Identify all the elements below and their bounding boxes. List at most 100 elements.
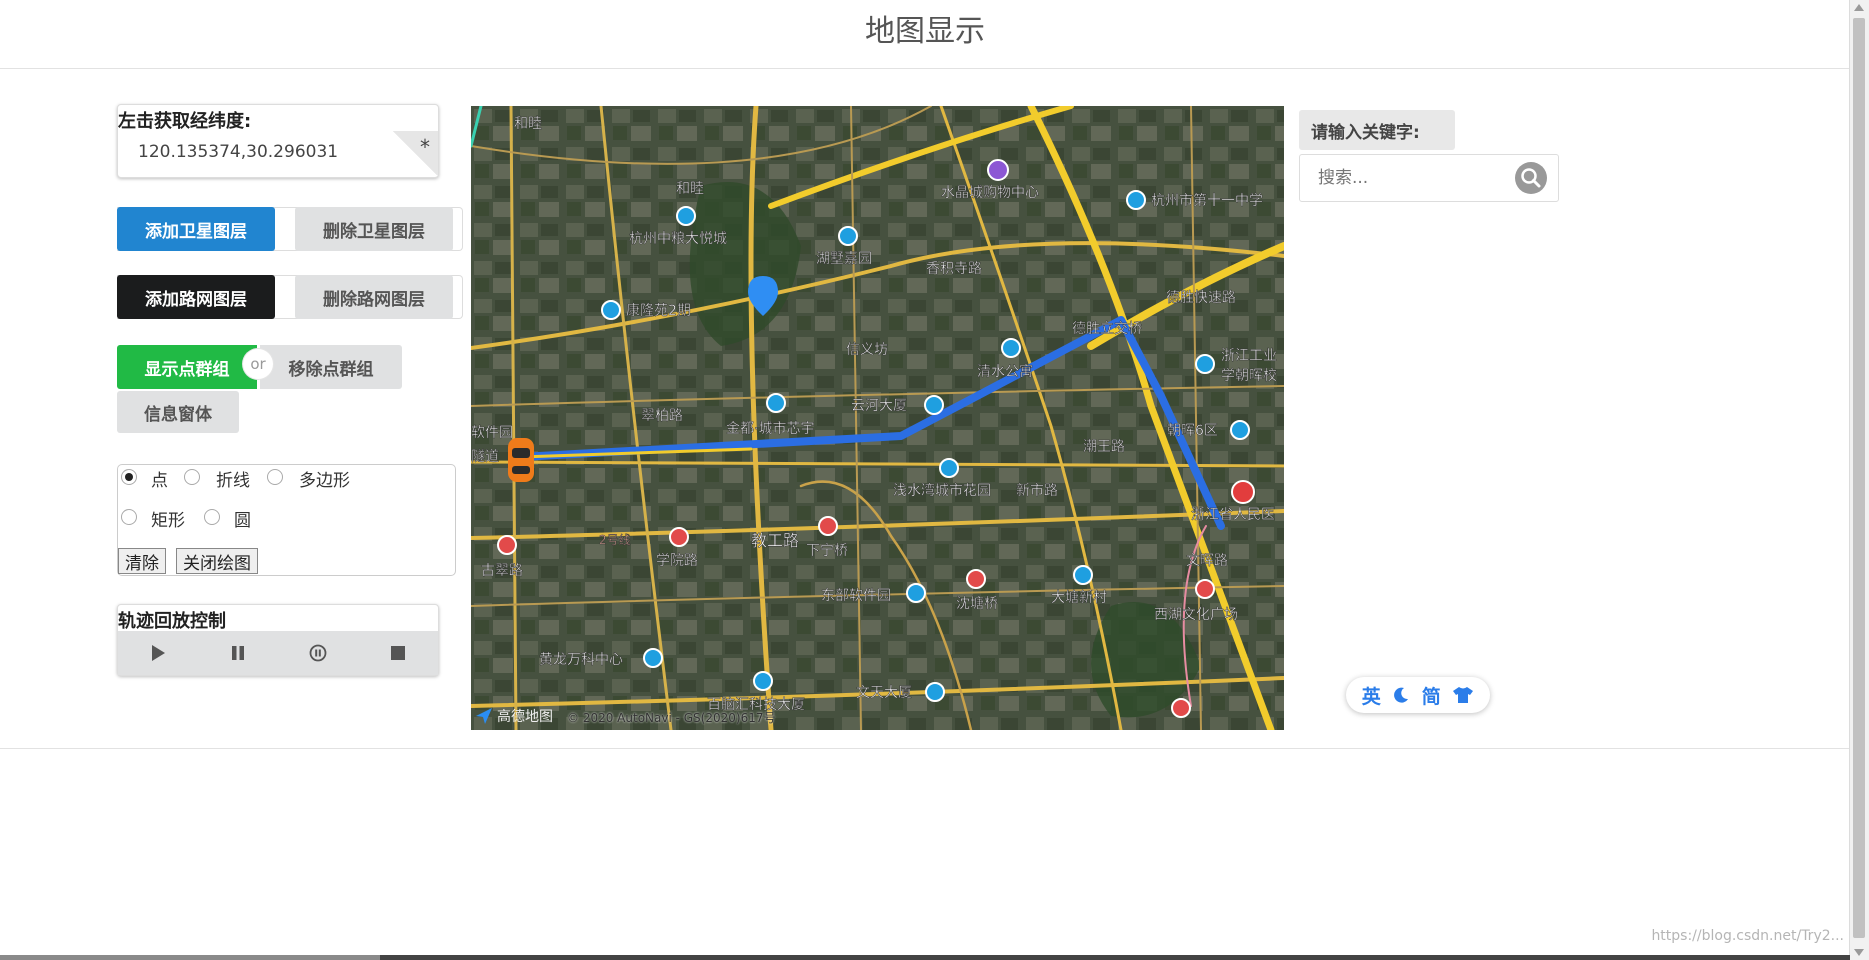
pause-button[interactable]	[198, 631, 278, 675]
radio-rectangle-label: 矩形	[151, 511, 185, 531]
radio-point[interactable]	[121, 469, 137, 485]
ime-language-toggle[interactable]: 英	[1362, 682, 1381, 709]
radio-circle[interactable]	[204, 509, 220, 525]
map-label-dongbu: 东部软件园	[821, 588, 891, 604]
map-label-datang: 大塘新村	[1051, 590, 1107, 606]
close-draw-button[interactable]: 关闭绘图	[176, 548, 258, 574]
map-label-wenhui: 文晖路	[1186, 553, 1228, 569]
map-label-software: 软件园	[471, 425, 513, 441]
play-icon	[152, 645, 165, 661]
pause-circle-icon	[309, 644, 327, 662]
map-label-crystal: 水晶城购物中心	[941, 185, 1039, 201]
map-label-jindu: 金都·城市芯宇	[726, 420, 814, 437]
map-label-tunnel: 隧道	[471, 449, 499, 465]
map-label-chaowang: 潮王路	[1083, 439, 1125, 455]
required-asterisk: *	[420, 135, 430, 159]
coordinate-input[interactable]	[120, 131, 404, 173]
required-corner	[392, 131, 438, 175]
radio-rectangle[interactable]	[121, 509, 137, 525]
radio-polyline-label: 折线	[216, 471, 250, 491]
map-logo: 高德地图	[475, 706, 553, 726]
vertical-scrollbar[interactable]	[1849, 0, 1869, 960]
track-control-bar	[118, 631, 438, 675]
horizontal-scrollbar[interactable]	[0, 955, 1850, 960]
map-label-chaohui6: 朝晖6区	[1167, 423, 1218, 439]
map-label-cuibai: 翠柏路	[641, 408, 683, 424]
amap-logo-icon	[476, 708, 492, 724]
clear-draw-button[interactable]: 清除	[118, 548, 166, 574]
car-marker	[508, 438, 534, 482]
moon-icon[interactable]	[1392, 686, 1410, 704]
map-label-hospital: 浙江省人民医	[1191, 507, 1275, 523]
show-cluster-button[interactable]: 显示点群组	[117, 345, 257, 389]
track-playback-title: 轨迹回放控制	[118, 611, 226, 632]
stop-icon	[391, 646, 405, 660]
map-label-huanglong: 黄龙万科中心	[539, 651, 623, 668]
map-label-zjut2: 学朝晖校	[1221, 367, 1277, 384]
radio-circle-label: 圆	[234, 511, 251, 531]
draw-tool-panel: 点 折线 多边形 矩形 圆 清除 关闭绘图	[117, 464, 456, 576]
remove-road-layer-button[interactable]: 删除路网图层	[295, 275, 453, 319]
map-label-wentian: 文天大厦	[856, 685, 912, 701]
map-copyright: © 2020 AutoNavi - GS(2020)617号	[567, 711, 776, 725]
add-road-layer-button[interactable]: 添加路网图层	[117, 275, 275, 319]
search-input[interactable]	[1300, 155, 1520, 201]
search-button[interactable]	[1515, 162, 1547, 194]
map-label-shatang: 沈塘桥	[956, 596, 998, 612]
scroll-down-arrow[interactable]	[1854, 949, 1864, 956]
map-label-qianshuiwan: 浅水湾城市花园	[893, 482, 991, 499]
search-icon	[1521, 168, 1541, 188]
map-label-zhongliang: 杭州中粮大悦城	[629, 231, 727, 247]
watermark: https://blog.csdn.net/Try2...	[1651, 928, 1844, 944]
footer-divider	[0, 748, 1850, 749]
map-label-delisheng: 德胜快速路	[1166, 290, 1236, 306]
shirt-icon[interactable]	[1452, 686, 1474, 704]
coordinate-panel: 左击获取经纬度: *	[117, 104, 439, 178]
radio-polygon-label: 多边形	[299, 471, 350, 491]
map-label-hemu-road: 和睦	[676, 181, 704, 197]
vertical-scroll-thumb[interactable]	[1853, 18, 1865, 938]
map-logo-text: 高德地图	[497, 709, 553, 725]
map-label-xinshi: 新市路	[1016, 482, 1058, 499]
radio-polygon[interactable]	[267, 469, 283, 485]
map-label-hushu: 湖墅嘉园	[816, 251, 872, 267]
map-label-qingshui: 清水公寓	[977, 363, 1033, 380]
ime-toolbar[interactable]: 英 简	[1346, 677, 1490, 713]
map-label-jiaogong: 教工路	[751, 531, 799, 550]
search-box	[1299, 154, 1559, 202]
ime-script-toggle[interactable]: 简	[1422, 682, 1441, 709]
map-label-zjut: 浙江工业	[1221, 348, 1277, 364]
coordinate-label: 左击获取经纬度:	[118, 111, 252, 132]
map-label-xinyifang: 信义坊	[846, 342, 888, 358]
map-label-yunhe: 云河大厦	[851, 398, 907, 414]
map-label-hemu: 和睦	[514, 116, 542, 132]
map-label-desheng: 德胜立交桥	[1072, 320, 1142, 337]
info-window-button[interactable]: 信息窗体	[117, 391, 239, 433]
map-view[interactable]: 和睦 和睦 杭州中粮大悦城 湖墅嘉园 香积寺路 水晶城购物中心 杭州市第十一中学…	[471, 106, 1284, 730]
map-label-line2: 2号线	[599, 533, 631, 547]
map-label-xiangji: 香积寺路	[926, 261, 982, 277]
remove-cluster-button[interactable]: 移除点群组	[260, 345, 402, 389]
map-label-gucui: 古翠路	[481, 563, 523, 579]
pause-icon	[232, 646, 244, 660]
map-label-school11: 杭州市第十一中学	[1151, 192, 1263, 209]
play-button[interactable]	[118, 631, 198, 675]
map-label-kangjian: 康隆苑2期	[626, 302, 691, 319]
map-label-xueyuan: 学院路	[656, 553, 698, 569]
remove-satellite-layer-button[interactable]: 删除卫星图层	[295, 207, 453, 251]
add-satellite-layer-button[interactable]: 添加卫星图层	[117, 207, 275, 251]
page-title: 地图显示	[865, 14, 985, 49]
satellite-map: 和睦 和睦 杭州中粮大悦城 湖墅嘉园 香积寺路 水晶城购物中心 杭州市第十一中学…	[471, 106, 1284, 730]
search-label: 请输入关键字:	[1299, 110, 1455, 150]
horizontal-scroll-thumb[interactable]	[0, 955, 380, 960]
map-label-xihu: 西湖文化广场	[1154, 607, 1238, 623]
or-divider: or	[243, 349, 273, 379]
radio-point-label: 点	[151, 471, 168, 491]
map-label-xianing: 下宁桥	[806, 542, 848, 559]
stop-button[interactable]	[358, 631, 438, 675]
track-playback-panel: 轨迹回放控制	[117, 604, 439, 676]
pause-circle-button[interactable]	[278, 631, 358, 675]
radio-polyline[interactable]	[184, 469, 200, 485]
page-header: 地图显示	[0, 0, 1850, 69]
scroll-up-arrow[interactable]	[1854, 4, 1864, 11]
